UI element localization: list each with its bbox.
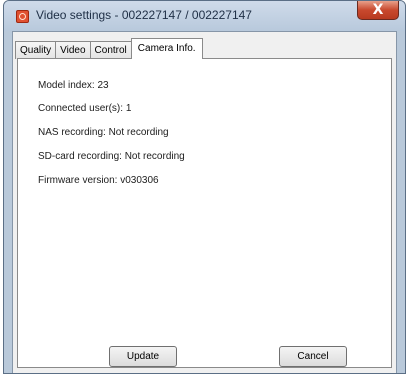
tab-control[interactable]: Control: [89, 41, 132, 59]
tab-quality[interactable]: Quality: [15, 41, 57, 59]
window-title: Video settings - 002227147 / 002227147: [36, 8, 252, 22]
tab-strip: Quality Video Control Camera Info.: [15, 38, 203, 59]
video-settings-window: Video settings - 002227147 / 002227147 X…: [3, 0, 406, 374]
cancel-button[interactable]: Cancel: [279, 346, 347, 367]
tab-camera-info[interactable]: Camera Info.: [130, 38, 203, 59]
title-bar[interactable]: Video settings - 002227147 / 002227147 X: [4, 1, 405, 31]
nas-recording-text: NAS recording: Not recording: [38, 127, 169, 138]
close-button[interactable]: X: [357, 1, 399, 20]
tab-video[interactable]: Video: [55, 41, 91, 59]
sd-recording-text: SD-card recording: Not recording: [38, 151, 185, 162]
firmware-version-text: Firmware version: v030306: [38, 175, 159, 186]
app-icon: [16, 10, 29, 23]
camera-info-panel: Model index: 23 Connected user(s): 1 NAS…: [17, 58, 392, 368]
connected-users-text: Connected user(s): 1: [38, 103, 132, 114]
model-index-text: Model index: 23: [38, 80, 109, 91]
update-button[interactable]: Update: [109, 346, 177, 367]
dialog-body: Quality Video Control Camera Info. Model…: [12, 31, 397, 373]
